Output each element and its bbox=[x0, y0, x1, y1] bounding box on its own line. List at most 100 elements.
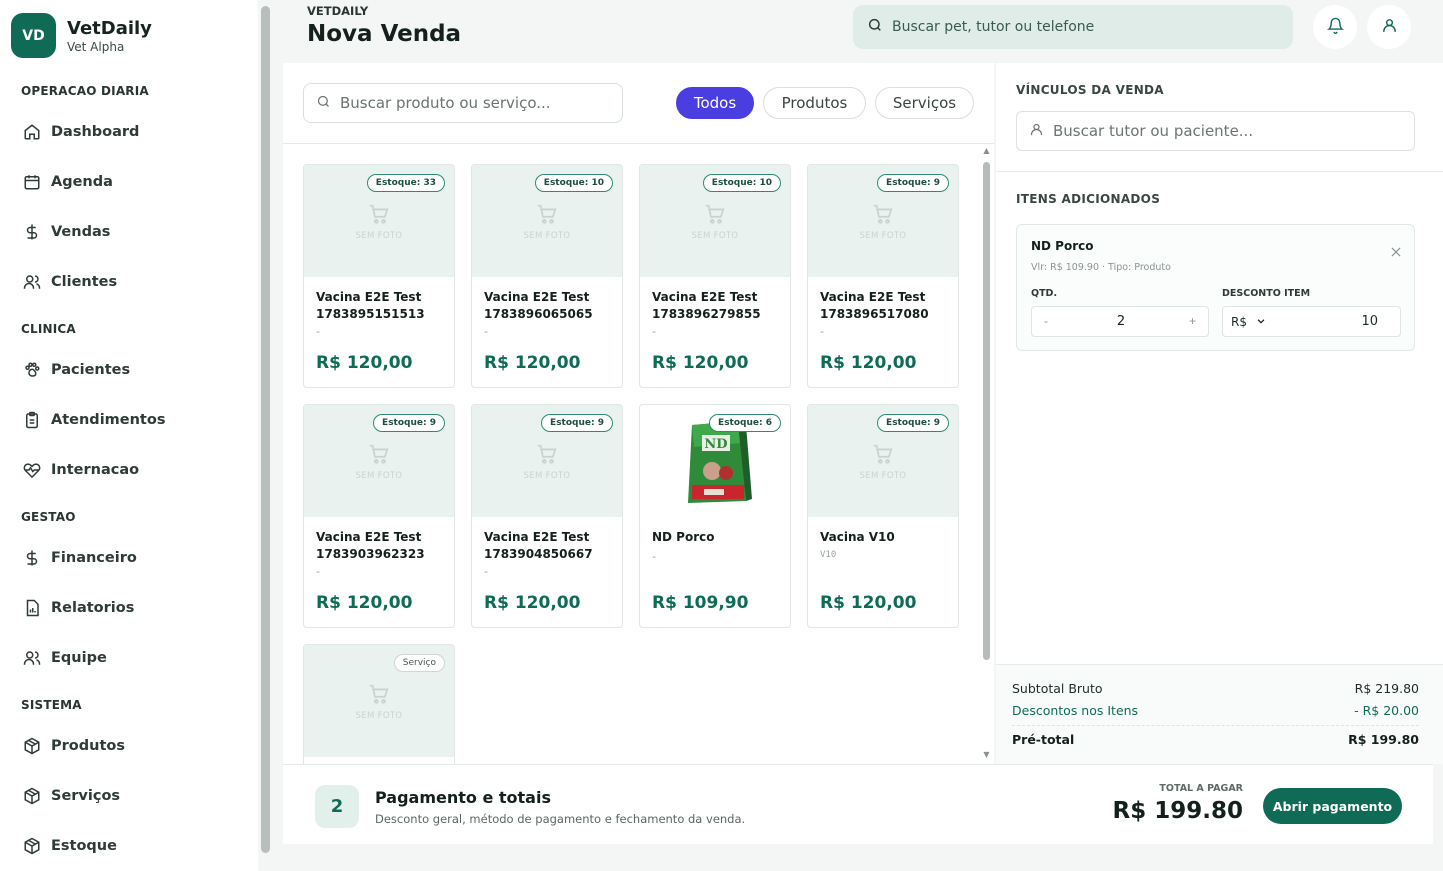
stock-badge: Estoque: 9 bbox=[877, 174, 949, 192]
sidebar-item-vendas[interactable]: Vendas bbox=[22, 220, 110, 244]
sidebar-item-equipe[interactable]: Equipe bbox=[22, 646, 107, 670]
scroll-down-arrow[interactable]: ▼ bbox=[982, 750, 991, 759]
chevron-down-icon bbox=[1256, 315, 1266, 329]
sidebar-item-agenda[interactable]: Agenda bbox=[22, 170, 113, 194]
global-search[interactable] bbox=[853, 5, 1293, 49]
sidebar-item-label: Agenda bbox=[51, 174, 113, 190]
products-panel: Todos Produtos Serviços Estoque: 33 SEM … bbox=[283, 63, 994, 764]
no-photo-label: SEM FOTO bbox=[691, 231, 739, 241]
sidebar-item-atendimentos[interactable]: Atendimentos bbox=[22, 408, 165, 432]
product-price: R$ 120,00 bbox=[820, 353, 917, 373]
global-search-input[interactable] bbox=[892, 19, 1272, 35]
product-name: Vacina E2E Test 1783903962323 bbox=[316, 530, 425, 561]
product-desc: - bbox=[316, 325, 320, 338]
qty-decrement-button[interactable]: - bbox=[1044, 314, 1048, 328]
search-icon bbox=[316, 94, 331, 113]
product-card[interactable]: Estoque: 9 SEM FOTO Vacina E2E Test 1783… bbox=[807, 164, 959, 388]
sidebar-item-label: Produtos bbox=[51, 738, 125, 754]
products-scrollbar[interactable]: ▲ ▼ bbox=[982, 146, 991, 762]
cart-icon bbox=[367, 204, 391, 229]
brand-sub: Vet Alpha bbox=[67, 39, 125, 54]
sidebar-item-pacientes[interactable]: Pacientes bbox=[22, 358, 130, 382]
sidebar-item-label: Financeiro bbox=[51, 550, 137, 566]
product-grid: Estoque: 33 SEM FOTO Vacina E2E Test 178… bbox=[283, 145, 983, 764]
notifications-button[interactable] bbox=[1313, 5, 1357, 49]
paw-icon bbox=[22, 360, 42, 380]
qty-increment-button[interactable]: + bbox=[1189, 314, 1196, 328]
sidebar-item-internacao[interactable]: Internacao bbox=[22, 458, 139, 482]
tutor-search-input[interactable] bbox=[1053, 122, 1393, 140]
product-name: ND Porco bbox=[652, 530, 715, 544]
total-value: R$ 199.80 bbox=[1112, 798, 1243, 824]
sidebar-item-clientes[interactable]: Clientes bbox=[22, 270, 117, 294]
product-desc: - bbox=[484, 325, 488, 338]
cart-icon bbox=[871, 444, 895, 469]
product-card[interactable]: Estoque: 9 SEM FOTO Vacina E2E Test 1783… bbox=[303, 404, 455, 628]
product-desc: - bbox=[484, 565, 488, 578]
discount-value-input[interactable]: 10 bbox=[1271, 306, 1401, 337]
sidebar-scrollbar[interactable] bbox=[261, 6, 270, 853]
remove-item-button[interactable] bbox=[1386, 243, 1406, 263]
sidebar-item-label: Pacientes bbox=[51, 362, 131, 378]
nav-section-clinica: CLINICA bbox=[21, 322, 76, 336]
service-card[interactable]: Serviço SEM FOTO bbox=[303, 644, 455, 764]
stock-badge: Estoque: 9 bbox=[541, 414, 613, 432]
scroll-thumb[interactable] bbox=[983, 162, 990, 660]
discount-type-select[interactable]: R$ bbox=[1222, 306, 1272, 337]
sidebar-item-label: Serviços bbox=[51, 788, 121, 804]
sidebar-item-label: Estoque bbox=[51, 838, 117, 854]
qty-label: QTD. bbox=[1031, 288, 1058, 299]
sidebar-item-dashboard[interactable]: Dashboard bbox=[22, 120, 139, 144]
product-desc: - bbox=[652, 550, 656, 563]
box-icon bbox=[22, 786, 42, 806]
dollar-icon bbox=[22, 548, 42, 568]
product-card[interactable]: Estoque: 33 SEM FOTO Vacina E2E Test 178… bbox=[303, 164, 455, 388]
search-icon bbox=[867, 17, 883, 37]
tutor-search[interactable] bbox=[1016, 111, 1415, 151]
sidebar-item-label: Equipe bbox=[51, 650, 107, 666]
product-desc: - bbox=[316, 565, 320, 578]
heart-pulse-icon bbox=[22, 460, 42, 480]
bell-icon bbox=[1326, 17, 1344, 38]
filter-todos[interactable]: Todos bbox=[676, 87, 754, 119]
cart-icon bbox=[535, 204, 559, 229]
report-icon bbox=[22, 598, 42, 618]
item-name: ND Porco bbox=[1031, 239, 1094, 253]
open-payment-button[interactable]: Abrir pagamento bbox=[1263, 788, 1402, 824]
pretotal-row: Pré-total R$ 199.80 bbox=[1012, 732, 1419, 747]
sidebar-item-financeiro[interactable]: Financeiro bbox=[22, 546, 137, 570]
filter-servicos[interactable]: Serviços bbox=[875, 87, 974, 119]
product-search-input[interactable] bbox=[340, 94, 610, 112]
product-price: R$ 109,90 bbox=[652, 593, 749, 613]
qty-value[interactable]: 2 bbox=[1032, 314, 1210, 329]
sidebar-item-relatorios[interactable]: Relatorios bbox=[22, 596, 134, 620]
product-card[interactable]: Estoque: 10 SEM FOTO Vacina E2E Test 178… bbox=[471, 164, 623, 388]
home-icon bbox=[22, 122, 42, 142]
added-item: ND Porco Vlr: R$ 109.90 · Tipo: Produto … bbox=[1016, 224, 1415, 351]
product-desc: V10 bbox=[820, 550, 837, 560]
product-card[interactable]: Estoque: 9 SEM FOTO Vacina V10 V10 R$ 12… bbox=[807, 404, 959, 628]
product-card[interactable]: ND Estoque: 6 ND Porco - R$ 109,90 bbox=[639, 404, 791, 628]
cart-icon bbox=[367, 444, 391, 469]
product-card[interactable]: Estoque: 9 SEM FOTO Vacina E2E Test 1783… bbox=[471, 404, 623, 628]
product-name: Vacina E2E Test 1783896517080 bbox=[820, 290, 929, 321]
scroll-up-arrow[interactable]: ▲ bbox=[982, 146, 991, 155]
cart-icon bbox=[535, 444, 559, 469]
filter-produtos[interactable]: Produtos bbox=[763, 87, 866, 119]
brand-logo: VD bbox=[11, 13, 56, 58]
sidebar-item-produtos[interactable]: Produtos bbox=[22, 734, 125, 758]
product-search[interactable] bbox=[303, 83, 623, 123]
sidebar-item-servicos[interactable]: Serviços bbox=[22, 784, 120, 808]
no-photo-label: SEM FOTO bbox=[859, 471, 907, 481]
sidebar-item-label: Clientes bbox=[51, 274, 118, 290]
sidebar-item-estoque[interactable]: Estoque bbox=[22, 834, 117, 858]
box-icon bbox=[22, 736, 42, 756]
product-card[interactable]: Estoque: 10 SEM FOTO Vacina E2E Test 178… bbox=[639, 164, 791, 388]
profile-button[interactable] bbox=[1367, 5, 1411, 49]
product-price: R$ 120,00 bbox=[316, 593, 413, 613]
quantity-stepper: 2 - + bbox=[1031, 306, 1209, 337]
service-badge: Serviço bbox=[393, 654, 445, 672]
dollar-icon bbox=[22, 222, 42, 242]
users-icon bbox=[22, 272, 42, 292]
product-name: Vacina E2E Test 1783904850667 bbox=[484, 530, 593, 561]
